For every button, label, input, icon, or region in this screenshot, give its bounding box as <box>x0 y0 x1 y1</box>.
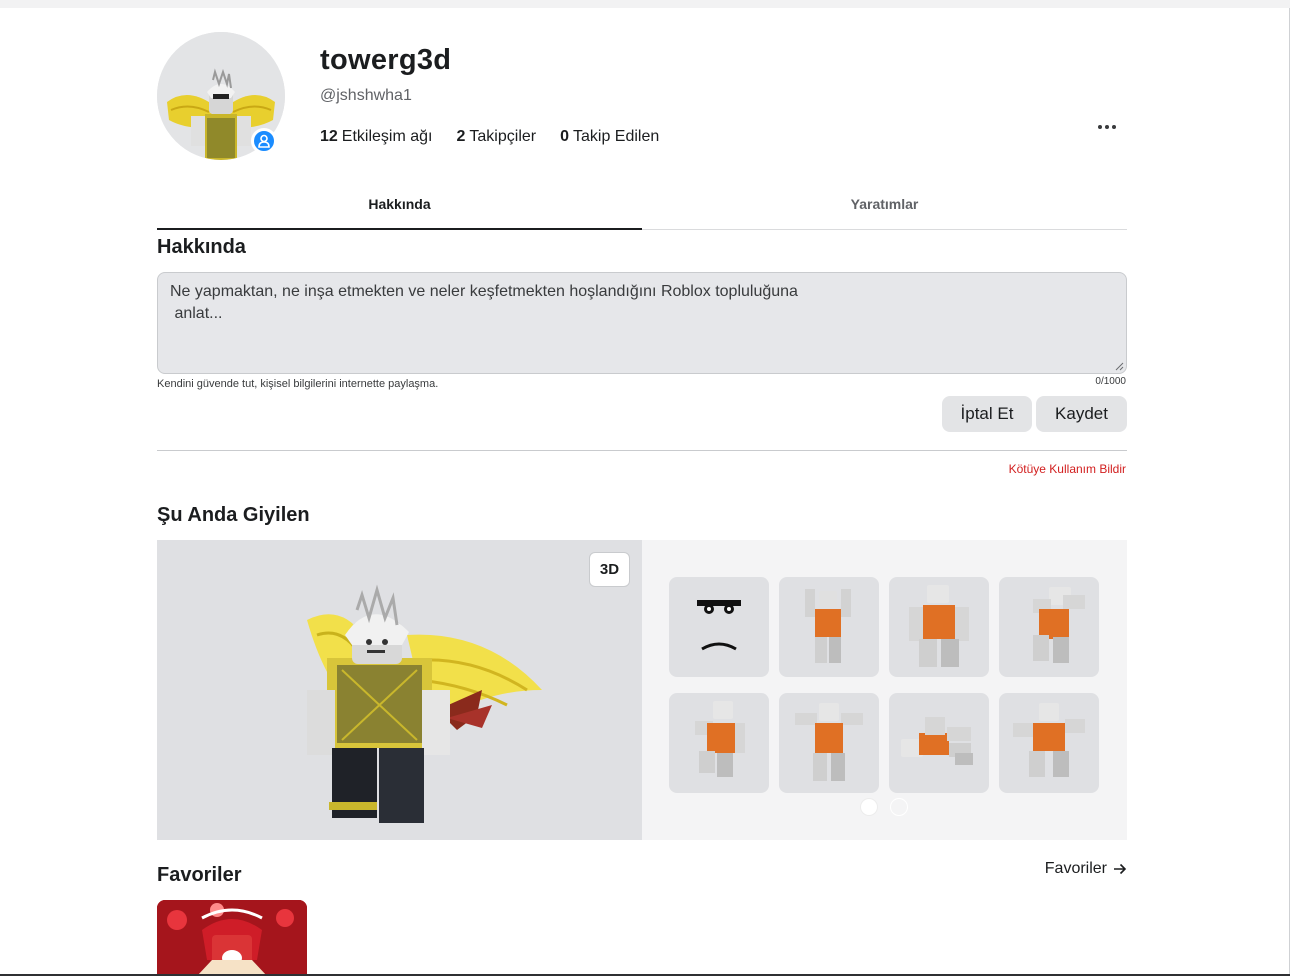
placeholder-line: Ne yapmaktan, ne inşa etmekten ve neler … <box>170 283 798 300</box>
placeholder-line: anlat... <box>170 305 223 322</box>
worn-item-emote[interactable] <box>889 577 989 677</box>
top-bar <box>0 0 1290 8</box>
resize-handle-icon[interactable] <box>1114 361 1124 371</box>
favorite-item-thumbnail[interactable] <box>157 900 307 976</box>
tab-creations[interactable]: Yaratımlar <box>642 182 1127 229</box>
more-options-icon[interactable] <box>1094 118 1120 136</box>
stat-count: 12 <box>320 128 338 145</box>
divider <box>157 450 1127 451</box>
stat-count: 0 <box>560 128 569 145</box>
stat-label: Etkileşim ağı <box>341 128 433 145</box>
user-icon <box>258 134 270 148</box>
profile-stats: 12 Etkileşim ağı 2 Takipçiler 0 Takip Edile… <box>320 128 659 146</box>
stat-label: Takip Edilen <box>573 128 660 145</box>
favorites-link[interactable]: Favoriler <box>1045 860 1127 878</box>
report-abuse-link[interactable]: Kötüye Kullanım Bildir <box>1009 462 1126 476</box>
worn-item-emote[interactable] <box>779 693 879 793</box>
worn-item-emote[interactable] <box>889 693 989 793</box>
safety-hint: Kendini güvende tut, kişisel bilgilerini… <box>157 378 439 390</box>
pager-dot[interactable] <box>890 798 908 816</box>
worn-item-face[interactable] <box>669 577 769 677</box>
currently-wearing-title: Şu Anda Giyilen <box>157 504 310 526</box>
stat-followers[interactable]: 2 Takipçiler <box>457 128 537 146</box>
favorites-link-label: Favoriler <box>1044 860 1107 877</box>
save-button[interactable]: Kaydet <box>1036 396 1127 432</box>
about-textarea[interactable]: Ne yapmaktan, ne inşa etmekten ve neler … <box>157 272 1127 374</box>
tab-about[interactable]: Hakkında <box>157 182 642 230</box>
about-title: Hakkında <box>157 236 246 258</box>
stat-count: 2 <box>456 128 466 145</box>
avatar-preview[interactable] <box>157 540 642 840</box>
worn-item-emote[interactable] <box>999 577 1099 677</box>
stat-following[interactable]: 0 Takip Edilen <box>560 128 659 146</box>
char-counter: 0/1000 <box>1095 376 1126 387</box>
worn-item-emote[interactable] <box>999 693 1099 793</box>
stat-label: Takipçiler <box>469 128 537 145</box>
worn-item-emote[interactable] <box>669 693 769 793</box>
favorites-title: Favoriler <box>157 864 242 886</box>
worn-item-emote[interactable] <box>779 577 879 677</box>
username: @jshshwha1 <box>320 87 412 104</box>
cancel-button[interactable]: İptal Et <box>942 396 1032 432</box>
pager-dot-active[interactable] <box>860 798 878 816</box>
toggle-3d-button[interactable]: 3D <box>589 552 630 587</box>
arrow-right-icon <box>1114 863 1127 875</box>
profile-tabs: Hakkında Yaratımlar <box>157 182 1127 230</box>
stat-connections[interactable]: 12 Etkileşim ağı <box>320 128 433 146</box>
online-status-badge <box>251 128 277 154</box>
display-name: towerg3d <box>320 44 452 76</box>
